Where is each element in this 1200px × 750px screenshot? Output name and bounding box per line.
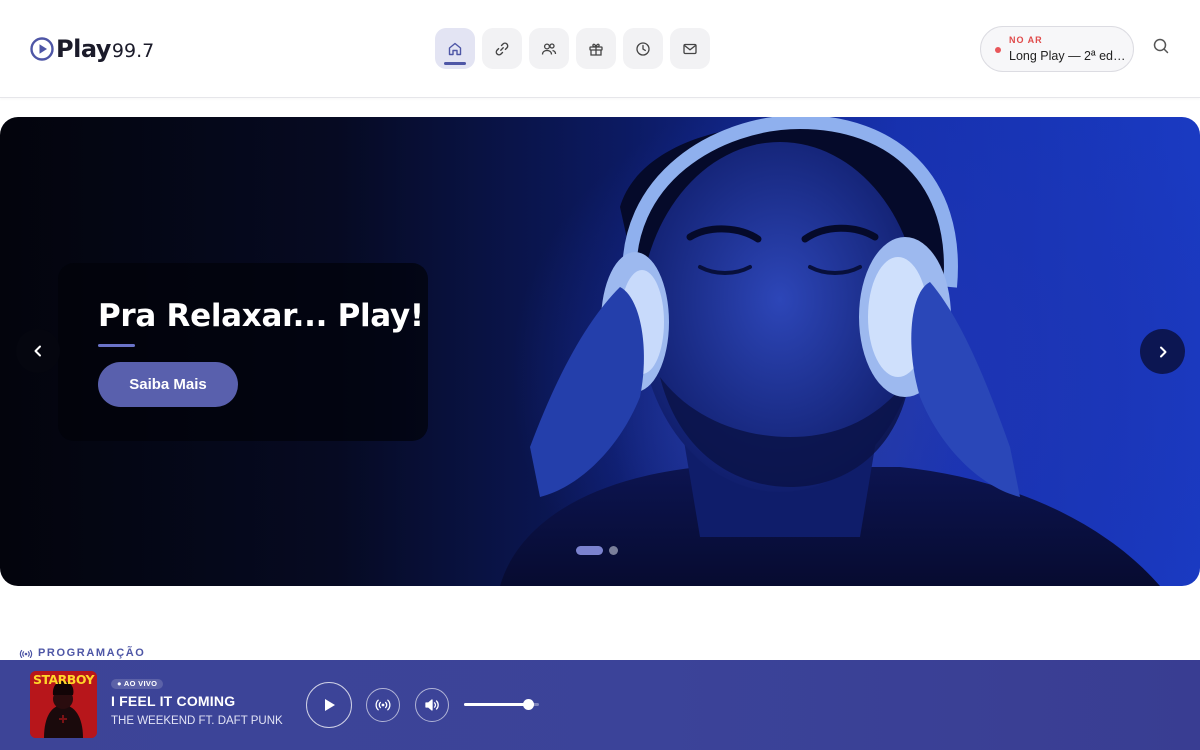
radio-waves-icon — [375, 699, 391, 711]
live-stream-button[interactable] — [366, 688, 400, 722]
on-air-label: NO AR — [1009, 35, 1043, 45]
song-title: I FEEL IT COMING — [111, 693, 236, 709]
volume-icon — [425, 699, 439, 711]
broadcast-icon — [19, 649, 33, 658]
section-title: PROGRAMAÇÃO — [38, 647, 146, 659]
hero-caption-card: Pra Relaxar... Play! Saiba Mais — [58, 263, 428, 441]
nav-team-button[interactable] — [529, 28, 569, 69]
link-icon — [495, 42, 509, 55]
programacao-section-label: PROGRAMAÇÃO — [19, 647, 145, 659]
search-icon — [1153, 38, 1169, 54]
carousel-prev-button[interactable] — [16, 329, 60, 373]
album-cover: STARBOY — [30, 671, 97, 738]
carousel-dot-1[interactable] — [576, 546, 603, 555]
chevron-right-icon — [1159, 346, 1166, 357]
album-cover-title: STARBOY — [32, 672, 95, 687]
home-icon — [448, 42, 462, 55]
play-icon — [325, 699, 335, 711]
site-header: Play 99.7 NO AR Long Play — 2ª edição — [0, 0, 1200, 98]
mail-icon — [683, 43, 697, 54]
live-badge: ● AO VIVO — [111, 679, 164, 689]
brand-name: Play — [56, 35, 111, 63]
nav-links-button[interactable] — [482, 28, 522, 69]
radio-player-bar: STARBOY ● AO VIVO I FEEL IT COMING THE W… — [0, 660, 1200, 750]
search-button[interactable] — [1151, 36, 1171, 56]
play-logo-icon — [30, 37, 54, 61]
volume-slider-thumb[interactable] — [522, 699, 534, 710]
saiba-mais-button[interactable]: Saiba Mais — [98, 362, 238, 407]
clock-icon — [636, 41, 650, 56]
play-button[interactable] — [306, 682, 352, 728]
hero-carousel: Pra Relaxar... Play! Saiba Mais — [0, 117, 1200, 586]
carousel-next-button[interactable] — [1140, 329, 1185, 374]
song-artist: THE WEEKEND FT. DAFT PUNK — [111, 715, 283, 727]
nav-home-button[interactable] — [435, 28, 475, 69]
carousel-dots — [576, 546, 618, 555]
brand-frequency: 99.7 — [111, 40, 155, 62]
brand-logo[interactable]: Play 99.7 — [30, 34, 154, 64]
on-air-widget[interactable]: NO AR Long Play — 2ª edição — [980, 26, 1134, 72]
nav-contact-button[interactable] — [670, 28, 710, 69]
on-air-program: Long Play — 2ª edição — [1009, 49, 1127, 63]
hero-title-underline — [98, 344, 135, 347]
gift-icon — [589, 43, 603, 56]
nav-schedule-button[interactable] — [623, 28, 663, 69]
nav-promotions-button[interactable] — [576, 28, 616, 69]
volume-slider-fill — [464, 703, 528, 706]
carousel-dot-2[interactable] — [609, 546, 618, 555]
volume-slider[interactable] — [464, 699, 539, 710]
chevron-left-icon — [34, 345, 41, 357]
live-indicator-dot — [995, 47, 1001, 53]
volume-button[interactable] — [415, 688, 449, 722]
hero-title: Pra Relaxar... Play! — [98, 298, 424, 334]
users-icon — [541, 42, 557, 55]
main-nav — [435, 28, 710, 69]
